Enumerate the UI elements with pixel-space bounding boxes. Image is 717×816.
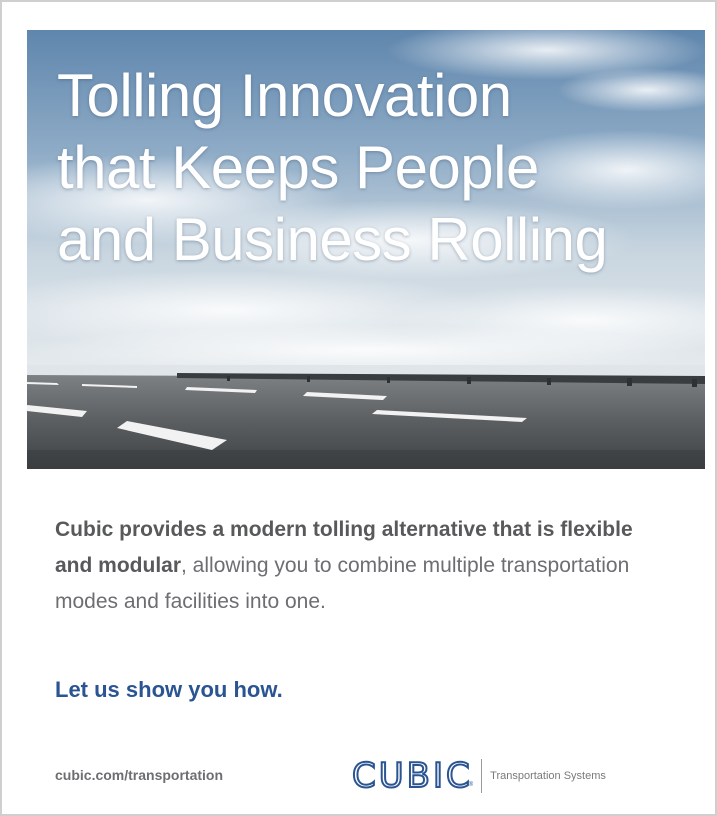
website-link[interactable]: cubic.com/transportation — [55, 767, 223, 783]
cubic-logo: CUBIC ® Transportation Systems — [351, 756, 606, 796]
cta-text[interactable]: Let us show you how. — [55, 677, 283, 703]
headline-line-1: Tolling Innovation — [57, 62, 512, 129]
headline-line-3: and Business Rolling — [57, 206, 608, 273]
logo-divider — [481, 759, 483, 793]
logo-trademark: ® — [468, 782, 474, 788]
logo-wordmark: CUBIC — [351, 756, 473, 796]
logo-tagline: Transportation Systems — [490, 770, 606, 782]
headline-line-2: that Keeps People — [57, 134, 539, 201]
headline: Tolling Innovation that Keeps People and… — [57, 60, 608, 276]
ad-frame: Tolling Innovation that Keeps People and… — [0, 0, 717, 816]
hero-image: Tolling Innovation that Keeps People and… — [27, 30, 705, 469]
body-copy: Cubic provides a modern tolling alternat… — [55, 512, 655, 620]
